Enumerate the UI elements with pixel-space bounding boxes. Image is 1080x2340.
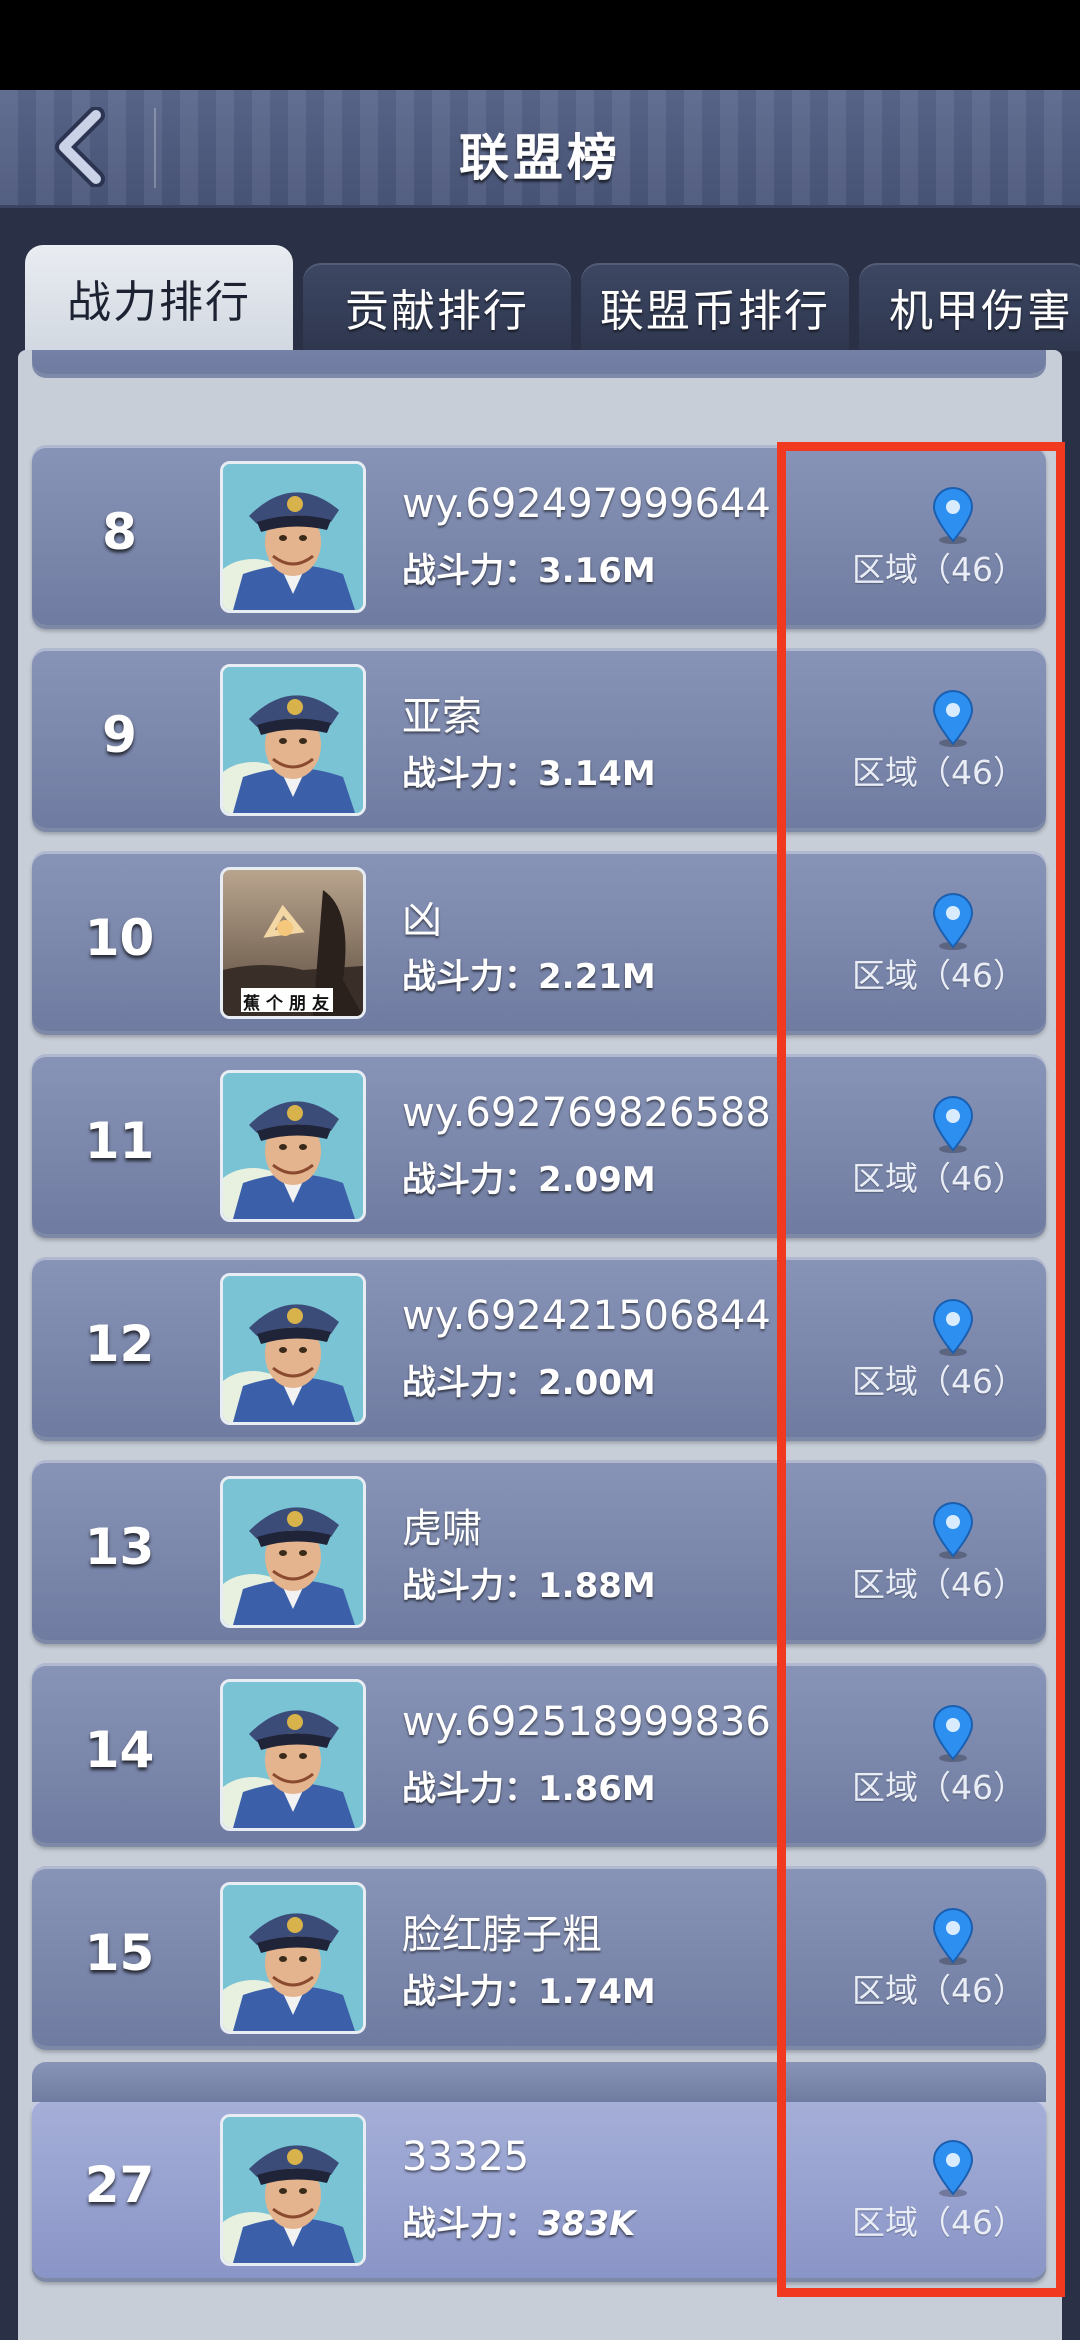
region-label: 区域（46）	[852, 1565, 1026, 1604]
player-name: wy.692421506844	[402, 1293, 771, 1339]
captain-avatar[interactable]	[220, 2114, 366, 2266]
region-label: 区域（46）	[852, 1971, 1026, 2010]
captain-avatar[interactable]	[220, 664, 366, 816]
ranking-row[interactable]: 10 蕉个朋友 凶战斗力：2.21M 区域（46）	[32, 851, 1046, 1031]
rank-number: 10	[84, 909, 155, 967]
player-name: 凶	[402, 897, 442, 943]
location-pin-icon	[928, 1705, 978, 1763]
player-name: wy.692769826588	[402, 1090, 771, 1136]
combat-power-value: 1.86M	[538, 1769, 656, 1809]
ranking-list[interactable]: 8 wy.692497999644 战斗力：3.16M 区域（46） 9 亚索 战斗力：…	[18, 350, 1062, 2340]
combat-power: 战斗力：2.09M	[402, 1152, 656, 1201]
region-label: 区域（46）	[852, 1362, 1026, 1401]
captain-avatar[interactable]	[220, 1679, 366, 1831]
region-label: 区域（46）	[852, 956, 1026, 995]
combat-power-value: 3.14M	[538, 754, 656, 794]
list-item-partial	[32, 350, 1046, 374]
self-ranking-row[interactable]: 27 33325 战斗力：383K 区域（46）	[32, 2098, 1046, 2278]
avatar-caption: 蕉个朋友	[243, 994, 335, 1014]
location-pin-icon	[928, 1502, 978, 1560]
combat-power-value: 2.09M	[538, 1160, 656, 1200]
status-bar	[0, 0, 1080, 90]
rank-number: 8	[102, 503, 137, 561]
combat-power-label: 战斗力：	[402, 1363, 538, 1403]
combat-power-label: 战斗力：	[402, 2204, 538, 2244]
combat-power: 战斗力：1.86M	[402, 1761, 656, 1810]
rank-number: 27	[84, 2156, 155, 2214]
player-name: 脸红脖子粗	[402, 1912, 602, 1958]
ranking-row[interactable]: 15 脸红脖子粗战斗力：1.74M 区域（46）	[32, 1866, 1046, 2046]
location-pin-icon	[928, 690, 978, 748]
tab-alliance-coin-ranking[interactable]: 联盟币排行	[581, 263, 849, 351]
player-name: wy.692518999836	[402, 1699, 771, 1745]
location-pin-icon	[928, 2140, 978, 2198]
captain-avatar[interactable]	[220, 461, 366, 613]
list-item-partial	[32, 2062, 1046, 2102]
combat-power-label: 战斗力：	[402, 1160, 538, 1200]
combat-power: 战斗力：3.14M	[402, 746, 656, 795]
combat-power-label: 战斗力：	[402, 1972, 538, 2012]
location-pin-icon	[928, 487, 978, 545]
ranking-row[interactable]: 8 wy.692497999644 战斗力：3.16M 区域（46）	[32, 445, 1046, 625]
ranking-row[interactable]: 11 wy.692769826588 战斗力：2.09M 区域（46）	[32, 1054, 1046, 1234]
combat-power-label: 战斗力：	[402, 754, 538, 794]
rank-number: 12	[84, 1315, 155, 1373]
location-pin-icon	[928, 1299, 978, 1357]
combat-power: 战斗力：383K	[402, 2196, 635, 2245]
combat-power-label: 战斗力：	[402, 551, 538, 591]
combat-power-value: 383K	[538, 2204, 636, 2244]
captain-avatar[interactable]	[220, 1882, 366, 2034]
region-label: 区域（46）	[852, 2203, 1026, 2242]
ranking-row[interactable]: 13 虎啸战斗力：1.88M 区域（46）	[32, 1460, 1046, 1640]
page-title: 联盟榜	[459, 129, 621, 187]
rank-number: 13	[84, 1518, 155, 1576]
tab-mech-damage[interactable]: 机甲伤害	[859, 263, 1080, 351]
combat-power: 战斗力：3.16M	[402, 543, 656, 592]
header-bar: 联盟榜	[0, 90, 1080, 208]
location-pin-icon	[928, 1908, 978, 1966]
captain-avatar[interactable]	[220, 1273, 366, 1425]
player-name: 亚索	[402, 694, 482, 740]
captain-avatar[interactable]	[220, 1070, 366, 1222]
combat-power-value: 2.00M	[538, 1363, 656, 1403]
combat-power: 战斗力：1.74M	[402, 1964, 656, 2013]
rank-number: 15	[84, 1924, 155, 1982]
player-name: wy.692497999644	[402, 481, 771, 527]
combat-power: 战斗力：2.21M	[402, 949, 656, 998]
photo-avatar[interactable]: 蕉个朋友	[220, 867, 366, 1019]
region-label: 区域（46）	[852, 550, 1026, 589]
combat-power: 战斗力：1.88M	[402, 1558, 656, 1607]
region-label: 区域（46）	[852, 1768, 1026, 1807]
tab-contribution-ranking[interactable]: 贡献排行	[303, 263, 571, 351]
tab-power-ranking[interactable]: 战力排行	[25, 245, 293, 351]
rank-number: 14	[84, 1721, 155, 1779]
region-label: 区域（46）	[852, 753, 1026, 792]
region-label: 区域（46）	[852, 1159, 1026, 1198]
rank-number: 11	[84, 1112, 155, 1170]
ranking-row[interactable]: 9 亚索战斗力：3.14M 区域（46）	[32, 648, 1046, 828]
location-pin-icon	[928, 1096, 978, 1154]
combat-power: 战斗力：2.00M	[402, 1355, 656, 1404]
ranking-row[interactable]: 12 wy.692421506844 战斗力：2.00M 区域（46）	[32, 1257, 1046, 1437]
combat-power-value: 3.16M	[538, 551, 656, 591]
combat-power-value: 2.21M	[538, 957, 656, 997]
combat-power-value: 1.74M	[538, 1972, 656, 2012]
ranking-row[interactable]: 14 wy.692518999836 战斗力：1.86M 区域（46）	[32, 1663, 1046, 1843]
combat-power-value: 1.88M	[538, 1566, 656, 1606]
captain-avatar[interactable]	[220, 1476, 366, 1628]
player-name: 33325	[402, 2134, 530, 2180]
combat-power-label: 战斗力：	[402, 1769, 538, 1809]
player-name: 虎啸	[402, 1506, 482, 1552]
tab-bar: 战力排行 贡献排行 联盟币排行 机甲伤害	[25, 245, 1080, 351]
location-pin-icon	[928, 893, 978, 951]
combat-power-label: 战斗力：	[402, 957, 538, 997]
rank-number: 9	[102, 706, 137, 764]
combat-power-label: 战斗力：	[402, 1566, 538, 1606]
